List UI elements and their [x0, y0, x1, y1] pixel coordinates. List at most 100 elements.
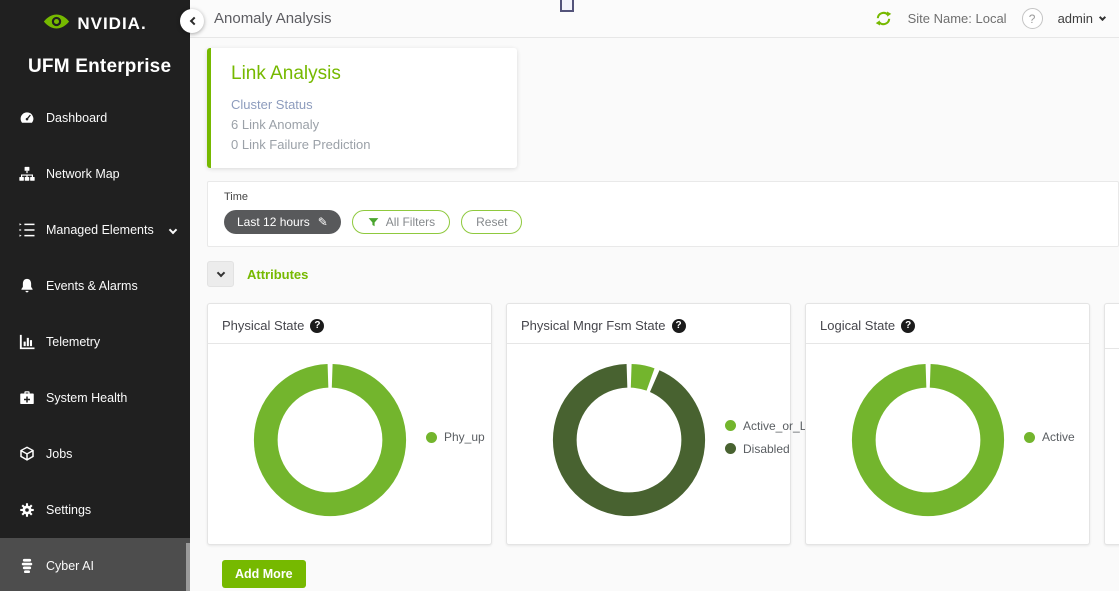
- chart-body: Active_or_Linkup Disabled: [507, 344, 790, 524]
- sidebar-item-system-health[interactable]: System Health: [0, 370, 190, 426]
- sidebar-item-network-map[interactable]: Network Map: [0, 146, 190, 202]
- chart-body: Active: [806, 344, 1089, 524]
- user-menu[interactable]: admin: [1058, 11, 1105, 26]
- help-button[interactable]: ?: [1022, 8, 1043, 29]
- charts-row: Physical State ? Phy_up Physical Mngr Fs…: [207, 303, 1119, 545]
- sidebar-item-jobs[interactable]: Jobs: [0, 426, 190, 482]
- username-label: admin: [1058, 11, 1093, 26]
- sidebar-item-dashboard[interactable]: Dashboard: [0, 90, 190, 146]
- filter-panel: Time Last 12 hours ✎ All Filters Reset: [207, 181, 1119, 247]
- chevron-left-icon: [189, 17, 197, 25]
- legend-dot: [1024, 432, 1035, 443]
- time-range-value: Last 12 hours: [237, 215, 310, 229]
- medical-bag-icon: [17, 388, 37, 408]
- bar-chart-icon: [17, 332, 37, 352]
- chart-header: Logical State ?: [806, 304, 1089, 344]
- sidebar-collapse-button[interactable]: [180, 9, 204, 33]
- top-bar: Anomaly Analysis Site Name: Local ?: [190, 0, 1119, 38]
- chart-legend: Phy_up: [426, 430, 485, 444]
- dashboard-gauge-icon: [17, 108, 37, 128]
- chart-card-logical-state: Logical State ? Active: [805, 303, 1090, 545]
- managed-elements-list-icon: [17, 220, 37, 240]
- link-anomaly-count: 6 Link Anomaly: [231, 117, 497, 132]
- attributes-section: Attributes: [207, 261, 1119, 287]
- time-section-label: Time: [224, 191, 1102, 203]
- brand: NVIDIA.: [0, 10, 190, 38]
- sidebar-scrollbar-thumb[interactable]: [186, 543, 190, 591]
- chart-header: Physical Mngr Fsm State ?: [507, 304, 790, 344]
- link-analysis-title: Link Analysis: [231, 63, 497, 85]
- question-help-icon[interactable]: ?: [672, 319, 686, 333]
- donut-chart[interactable]: [246, 356, 414, 524]
- sidebar-item-label: Events & Alarms: [46, 279, 138, 293]
- chart-header: Physical State ?: [208, 304, 491, 344]
- stack-icon: [17, 556, 37, 576]
- add-more-button[interactable]: Add More: [222, 560, 306, 588]
- content-area: Link Analysis Cluster Status 6 Link Anom…: [190, 38, 1119, 591]
- top-bar-right: Site Name: Local ? admin: [874, 8, 1105, 29]
- legend-label: Phy_up: [444, 430, 485, 444]
- filter-buttons-row: Last 12 hours ✎ All Filters Reset: [224, 210, 1102, 234]
- chart-title: Physical Mngr Fsm State: [521, 318, 666, 333]
- sidebar-item-label: System Health: [46, 391, 127, 405]
- sidebar-item-label: Settings: [46, 503, 91, 517]
- cube-icon: [17, 444, 37, 464]
- sidebar-item-label: Managed Elements: [46, 223, 154, 237]
- chart-card-physical-mngr-fsm-state: Physical Mngr Fsm State ? Active_or_Link…: [506, 303, 791, 545]
- sidebar-item-cyber-ai[interactable]: Cyber AI: [0, 538, 190, 591]
- cluster-status-link[interactable]: Cluster Status: [231, 97, 497, 112]
- all-filters-button[interactable]: All Filters: [352, 210, 450, 234]
- legend-item[interactable]: Active: [1024, 430, 1075, 444]
- nvidia-wordmark: NVIDIA.: [77, 14, 146, 34]
- donut-chart[interactable]: [545, 356, 713, 524]
- link-analysis-card: Link Analysis Cluster Status 6 Link Anom…: [207, 48, 517, 168]
- bell-icon: [17, 276, 37, 296]
- main-area: Anomaly Analysis Site Name: Local ?: [190, 0, 1119, 591]
- edit-pencil-icon: ✎: [318, 215, 328, 229]
- legend-dot: [725, 420, 736, 431]
- chart-header: [1105, 304, 1119, 349]
- sidebar-item-label: Jobs: [46, 447, 72, 461]
- chart-legend: Active: [1024, 430, 1075, 444]
- legend-label: Active: [1042, 430, 1075, 444]
- question-help-icon[interactable]: ?: [901, 319, 915, 333]
- chart-body: Phy_up: [208, 344, 491, 524]
- link-failure-prediction-count: 0 Link Failure Prediction: [231, 137, 497, 152]
- sidebar-item-settings[interactable]: Settings: [0, 482, 190, 538]
- sidebar-item-managed-elements[interactable]: Managed Elements: [0, 202, 190, 258]
- question-help-icon[interactable]: ?: [310, 319, 324, 333]
- legend-label: Disabled: [743, 442, 790, 456]
- donut-chart[interactable]: [844, 356, 1012, 524]
- reset-button[interactable]: Reset: [461, 210, 522, 234]
- product-title: UFM Enterprise: [0, 56, 190, 78]
- attributes-label: Attributes: [247, 267, 308, 282]
- funnel-icon: [367, 216, 380, 229]
- nvidia-eye-icon: [43, 12, 70, 36]
- attributes-collapse-button[interactable]: [207, 261, 234, 287]
- chart-card-partial: [1104, 303, 1119, 545]
- sidebar-item-events-alarms[interactable]: Events & Alarms: [0, 258, 190, 314]
- reset-label: Reset: [476, 215, 507, 229]
- time-range-button[interactable]: Last 12 hours ✎: [224, 210, 341, 234]
- page-title: Anomaly Analysis: [214, 10, 332, 27]
- chart-title: Physical State: [222, 318, 304, 333]
- chart-title: Logical State: [820, 318, 895, 333]
- refresh-icon[interactable]: [874, 9, 893, 28]
- chevron-down-icon[interactable]: [169, 226, 177, 234]
- chevron-down-icon: [216, 268, 224, 276]
- sidebar-item-label: Network Map: [46, 167, 120, 181]
- sidebar: NVIDIA. UFM Enterprise Dashboard Network…: [0, 0, 190, 591]
- sidebar-item-telemetry[interactable]: Telemetry: [0, 314, 190, 370]
- chart-card-physical-state: Physical State ? Phy_up: [207, 303, 492, 545]
- all-filters-label: All Filters: [386, 215, 435, 229]
- legend-dot: [725, 443, 736, 454]
- legend-dot: [426, 432, 437, 443]
- sidebar-item-label: Telemetry: [46, 335, 100, 349]
- sidebar-item-label: Dashboard: [46, 111, 107, 125]
- network-map-icon: [17, 164, 37, 184]
- gear-icon: [17, 500, 37, 520]
- ufm-app: NVIDIA. UFM Enterprise Dashboard Network…: [0, 0, 1119, 591]
- site-name-label: Site Name: Local: [908, 11, 1007, 26]
- legend-item[interactable]: Phy_up: [426, 430, 485, 444]
- sidebar-nav: Dashboard Network Map Managed Elements: [0, 90, 190, 591]
